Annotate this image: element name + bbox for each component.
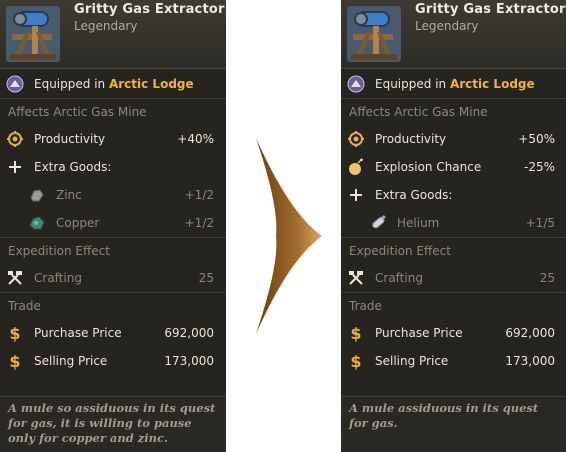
selling-row: $ Selling Price 173,000 [0,347,226,375]
hammer-icon [347,269,365,287]
selling-label: Selling Price [375,354,449,368]
svg-text:$: $ [350,352,361,370]
extra-good-row: Helium +1/5 [341,209,566,237]
extra-goods-row: Extra Goods: [341,181,566,209]
plus-icon [6,158,24,176]
explosion-row: Explosion Chance -25% [341,153,566,181]
explosion-label: Explosion Chance [375,160,482,174]
transition-arrow-icon [256,138,322,334]
copper-ore-icon [28,214,46,232]
extra-good-value: +1/2 [184,216,214,230]
crafting-value: 25 [198,271,214,285]
gas-extractor-icon [347,6,401,62]
flavor-text: A mule assiduous in its quest for gas. [341,396,566,452]
extra-good-value: +1/2 [184,188,214,202]
purchase-label: Purchase Price [34,326,122,340]
extra-good-row: Copper +1/2 [0,209,226,237]
extra-good-label: Zinc [56,188,82,202]
selling-value: 173,000 [505,354,555,368]
expedition-heading: Expedition Effect [0,237,226,264]
gear-icon [6,130,24,148]
purchase-value: 692,000 [505,326,555,340]
purchase-label: Purchase Price [375,326,463,340]
item-title: Gritty Gas Extractor [415,2,566,17]
extra-goods-label: Extra Goods: [375,188,453,202]
helium-canister-icon [369,214,387,232]
extra-good-value: +1/5 [525,216,555,230]
equipped-row: Equipped in Arctic Lodge [341,69,566,99]
svg-text:$: $ [350,324,361,342]
crafting-label: Crafting [34,271,82,285]
plus-icon [347,186,365,204]
purchase-row: $ Purchase Price 692,000 [0,319,226,347]
affects-heading: Affects Arctic Gas Mine [8,105,147,119]
affects-heading: Affects Arctic Gas Mine [349,105,488,119]
item-title: Gritty Gas Extractor [74,2,225,17]
purchase-row: $ Purchase Price 692,000 [341,319,566,347]
productivity-label: Productivity [375,132,447,146]
svg-text:$: $ [9,324,20,342]
productivity-row: Productivity +40% [0,125,226,153]
bomb-icon [347,158,365,176]
card-header: Gritty Gas Extractor Legendary [0,0,226,69]
crafting-row: Crafting 25 [341,264,566,292]
selling-value: 173,000 [164,354,214,368]
crafting-row: Crafting 25 [0,264,226,292]
flavor-text: A mule so assiduous in its quest for gas… [0,396,226,452]
equipped-prefix: Equipped in [375,76,447,91]
svg-text:$: $ [9,352,20,370]
equipped-row: Equipped in Arctic Lodge [0,69,226,99]
zinc-ore-icon [28,186,46,204]
dollar-icon: $ [347,324,365,342]
equipped-location[interactable]: Arctic Lodge [450,77,535,91]
extra-goods-row: Extra Goods: [0,153,226,181]
expedition-heading: Expedition Effect [341,237,566,264]
productivity-value: +40% [177,132,214,146]
trade-heading: Trade [341,292,566,319]
dollar-icon: $ [347,352,365,370]
hammer-icon [6,269,24,287]
extra-good-row: Zinc +1/2 [0,181,226,209]
gear-icon [347,130,365,148]
productivity-row: Productivity +50% [341,125,566,153]
extra-good-label: Copper [56,216,100,230]
building-icon [6,75,24,93]
explosion-value: -25% [523,160,555,174]
item-card-before: Gritty Gas Extractor Legendary Equipped … [0,0,226,452]
item-card-after: Gritty Gas Extractor Legendary Equipped … [341,0,566,452]
crafting-label: Crafting [375,271,423,285]
extra-good-label: Helium [397,216,440,230]
purchase-value: 692,000 [164,326,214,340]
trade-heading: Trade [0,292,226,319]
productivity-value: +50% [518,132,555,146]
dollar-icon: $ [6,324,24,342]
selling-row: $ Selling Price 173,000 [341,347,566,375]
crafting-value: 25 [539,271,555,285]
card-header: Gritty Gas Extractor Legendary [341,0,566,69]
equipped-prefix: Equipped in [34,76,106,91]
extra-goods-label: Extra Goods: [34,160,112,174]
equipped-location[interactable]: Arctic Lodge [109,77,194,91]
building-icon [347,75,365,93]
gas-extractor-icon [6,6,60,62]
selling-label: Selling Price [34,354,108,368]
dollar-icon: $ [6,352,24,370]
item-rarity: Legendary [415,19,479,33]
item-rarity: Legendary [74,19,138,33]
productivity-label: Productivity [34,132,106,146]
